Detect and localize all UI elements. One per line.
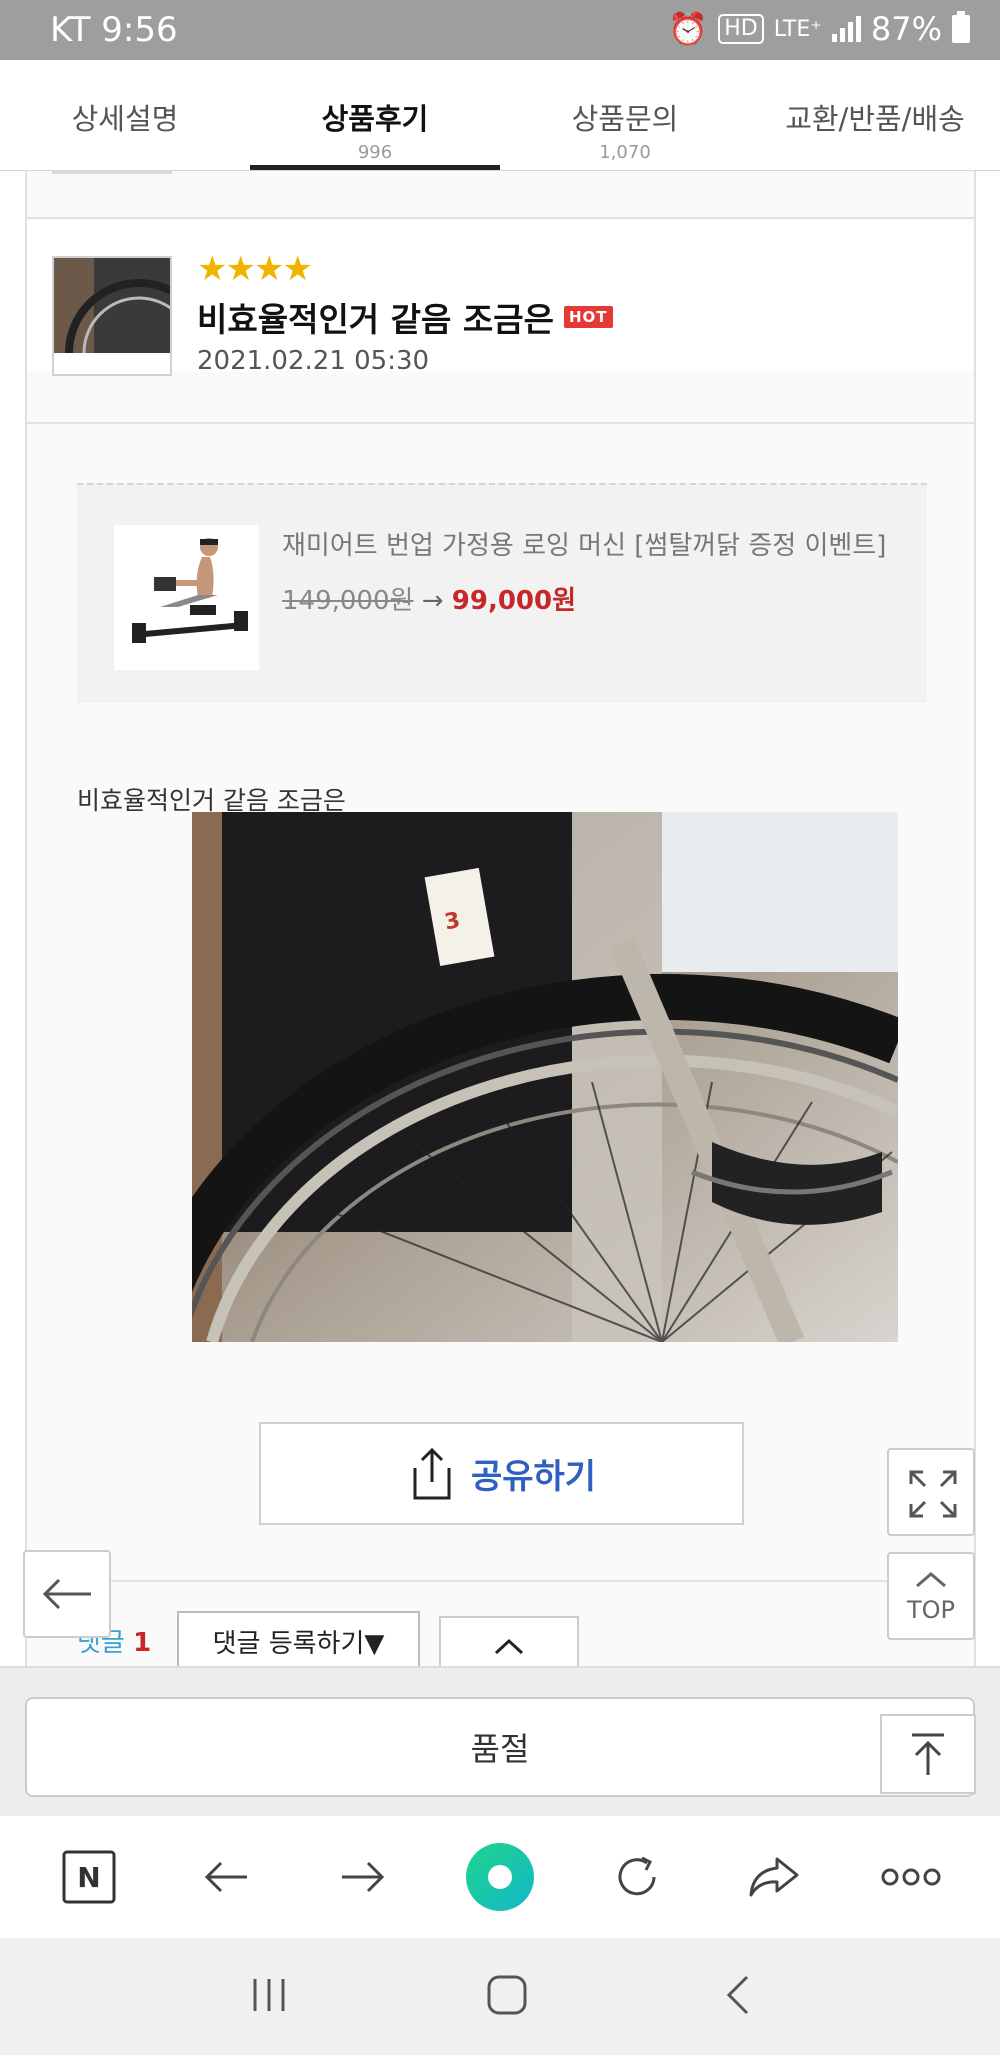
- product-card[interactable]: 재미어트 번업 가정용 로잉 머신 [썸탈꺼닭 증정 이벤트] 149,000원…: [77, 483, 927, 703]
- wheel-photo-image: 3: [192, 812, 898, 1342]
- rating-stars: ★★★★: [197, 249, 313, 289]
- android-nav-bar: [0, 1938, 1000, 2055]
- tab-label: 상품문의: [571, 102, 679, 136]
- network-type: LTE⁺: [773, 16, 822, 42]
- chevron-up-icon: [494, 1638, 524, 1655]
- rowing-machine-image: [114, 525, 259, 670]
- previous-item-edge: [52, 171, 172, 174]
- battery-icon: [952, 11, 970, 43]
- alarm-icon: ⏰: [668, 10, 709, 48]
- review-content: ★★★★ 비효율적인거 같음 조금은 HOT 2021.02.21 05:30: [25, 171, 976, 1666]
- scroll-to-top-button[interactable]: TOP: [887, 1552, 975, 1640]
- purchase-bar: 품절: [0, 1666, 1000, 1816]
- green-dot-button[interactable]: [460, 1837, 540, 1917]
- soldout-button[interactable]: 품절: [25, 1697, 975, 1797]
- refresh-button[interactable]: [597, 1837, 677, 1917]
- browser-toolbar: N: [0, 1816, 1000, 1938]
- share-label: 공유하기: [470, 1457, 597, 1497]
- divider: [27, 217, 974, 219]
- system-back-button[interactable]: [723, 1973, 753, 2021]
- more-menu-button[interactable]: [871, 1837, 951, 1917]
- tab-description[interactable]: 상세설명: [0, 60, 250, 170]
- wheel-thumbnail-image: [54, 258, 170, 374]
- carrier-time: KT 9:56: [50, 10, 178, 50]
- expand-icon: [909, 1470, 957, 1518]
- tab-label: 교환/반품/배송: [785, 102, 965, 136]
- review-title-row: 비효율적인거 같음 조금은 HOT: [197, 293, 613, 341]
- scroll-top-button[interactable]: [880, 1714, 976, 1794]
- arrow-left-icon: [204, 1861, 247, 1893]
- comment-number: 1: [133, 1628, 152, 1658]
- review-thumbnail[interactable]: [52, 256, 172, 376]
- product-image[interactable]: [114, 525, 259, 670]
- battery-percent: 87%: [870, 10, 942, 48]
- review-header[interactable]: ★★★★ 비효율적인거 같음 조금은 HOT 2021.02.21 05:30: [27, 221, 974, 376]
- share-icon: [413, 1447, 451, 1499]
- tab-exchange-return-shipping[interactable]: 교환/반품/배송: [750, 60, 1000, 170]
- fullscreen-button[interactable]: [887, 1448, 975, 1536]
- divider: [27, 422, 974, 424]
- hot-badge: HOT: [563, 306, 613, 328]
- review-date: 2021.02.21 05:30: [197, 346, 430, 376]
- review-photo[interactable]: 3: [192, 812, 898, 1342]
- product-tabs: 상세설명 상품후기 996 상품문의 1,070 교환/반품/배송: [0, 60, 1000, 171]
- share-page-button[interactable]: [734, 1837, 814, 1917]
- naver-home-button[interactable]: N: [49, 1837, 129, 1917]
- tab-count: 1,070: [599, 142, 651, 163]
- svg-text:N: N: [77, 1861, 100, 1894]
- original-price: 149,000원: [282, 586, 414, 616]
- browser-back-button[interactable]: [186, 1837, 266, 1917]
- product-price: 149,000원 → 99,000원: [282, 580, 576, 617]
- recent-apps-button[interactable]: [247, 1975, 291, 2019]
- more-dots-icon: [881, 1868, 941, 1886]
- collapse-button[interactable]: [439, 1616, 579, 1666]
- browser-forward-button[interactable]: [323, 1837, 403, 1917]
- home-icon: [487, 1975, 527, 2014]
- back-button[interactable]: [23, 1550, 111, 1638]
- tab-inquiries[interactable]: 상품문의 1,070: [500, 60, 750, 170]
- arrow-right-icon: [341, 1861, 384, 1893]
- sale-price: 99,000원: [451, 586, 577, 616]
- hd-voice-icon: HD: [718, 14, 764, 44]
- chevron-left-icon: [726, 1975, 749, 2014]
- share-button[interactable]: 공유하기: [259, 1422, 744, 1525]
- review-title: 비효율적인거 같음 조금은: [197, 300, 554, 339]
- arrow-left-icon: [42, 1578, 91, 1610]
- chevron-up-icon: [916, 1572, 946, 1588]
- green-dot-icon: [465, 1843, 534, 1911]
- refresh-icon: [618, 1856, 656, 1896]
- top-label: TOP: [906, 1596, 956, 1624]
- comment-bar: 댓글 1 댓글 등록하기▼: [27, 1571, 974, 1666]
- tab-reviews[interactable]: 상품후기 996: [250, 60, 500, 170]
- home-button[interactable]: [485, 1973, 529, 2021]
- recent-apps-icon: [253, 1978, 285, 2011]
- tab-count: 996: [357, 142, 393, 163]
- status-icons: ⏰ HD LTE⁺ 87%: [668, 10, 970, 48]
- arrow-up-bar-icon: [912, 1733, 944, 1775]
- register-comment-button[interactable]: 댓글 등록하기▼: [177, 1611, 420, 1666]
- status-bar: KT 9:56 ⏰ HD LTE⁺ 87%: [0, 0, 1000, 60]
- naver-n-icon: N: [62, 1850, 116, 1904]
- tab-label: 상품후기: [321, 102, 429, 136]
- signal-icon: [831, 16, 861, 42]
- price-arrow: →: [421, 586, 444, 616]
- forward-share-icon: [749, 1857, 799, 1897]
- tab-label: 상세설명: [71, 102, 179, 136]
- product-name[interactable]: 재미어트 번업 가정용 로잉 머신 [썸탈꺼닭 증정 이벤트]: [282, 525, 886, 562]
